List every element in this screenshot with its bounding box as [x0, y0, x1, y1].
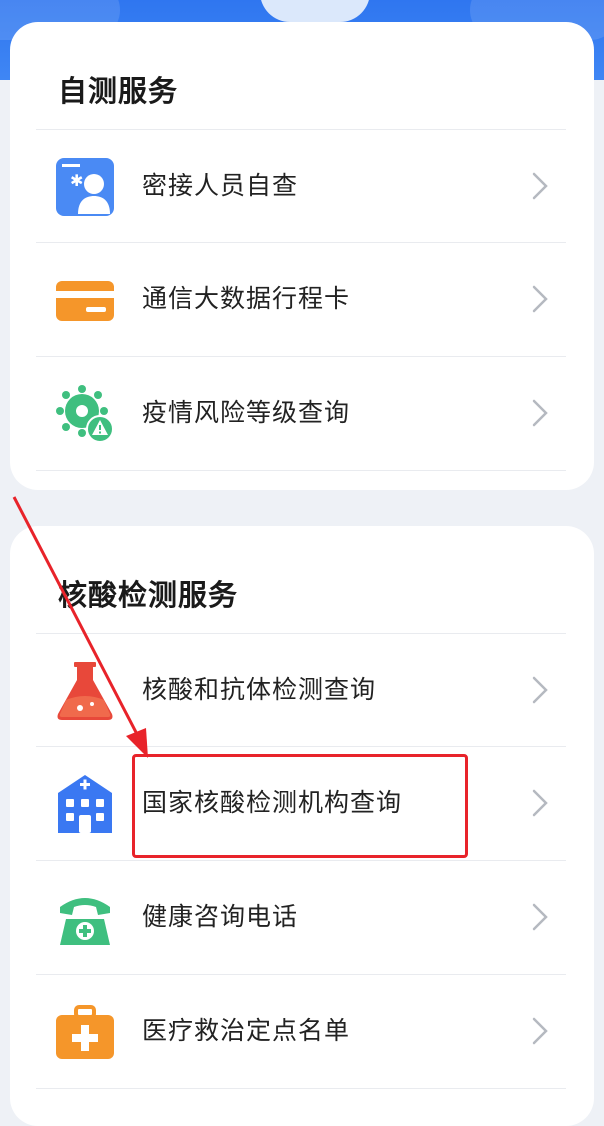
chevron-right-icon	[532, 903, 548, 931]
list-item-label: 疫情风险等级查询	[142, 398, 351, 427]
list-item-risk-level[interactable]: 疫情风险等级查询	[36, 357, 566, 469]
card-icon	[56, 281, 114, 321]
section-title-nucleic: 核酸检测服务	[58, 578, 239, 612]
list-item-label: 核酸和抗体检测查询	[142, 675, 377, 704]
virus-warning-icon	[56, 385, 114, 443]
banner-illustration	[260, 0, 370, 22]
highlight-box	[132, 754, 468, 858]
chevron-right-icon	[532, 172, 548, 200]
list-item-travel-card[interactable]: 通信大数据行程卡	[36, 243, 566, 355]
list-item-contact-self-check[interactable]: ✱ 密接人员自查	[36, 130, 566, 242]
svg-text:✱: ✱	[70, 171, 83, 190]
chevron-right-icon	[532, 789, 548, 817]
chevron-right-icon	[532, 399, 548, 427]
hospital-icon	[58, 775, 112, 833]
list-item-designated-treatment-list[interactable]: 医疗救治定点名单	[36, 975, 566, 1087]
chevron-right-icon	[532, 285, 548, 313]
medical-kit-icon	[56, 1005, 114, 1059]
divider	[36, 470, 566, 471]
list-item-label: 通信大数据行程卡	[142, 284, 351, 313]
list-item-health-hotline[interactable]: 健康咨询电话	[36, 861, 566, 973]
list-item-label: 健康咨询电话	[142, 902, 299, 931]
contact-person-icon: ✱	[56, 158, 114, 216]
telephone-icon	[60, 898, 110, 945]
list-item-label: 密接人员自查	[142, 171, 299, 200]
chevron-right-icon	[532, 1017, 548, 1045]
divider	[36, 1088, 566, 1089]
list-item-nucleic-antibody-query[interactable]: 核酸和抗体检测查询	[36, 634, 566, 746]
list-item-label: 医疗救治定点名单	[142, 1016, 351, 1045]
flask-icon	[57, 662, 113, 720]
section-title-self-test: 自测服务	[58, 74, 179, 108]
self-test-card: 自测服务 ✱ 密接人员自查 通信大数据行程卡 疫情风险等级查询	[10, 22, 594, 490]
chevron-right-icon	[532, 676, 548, 704]
